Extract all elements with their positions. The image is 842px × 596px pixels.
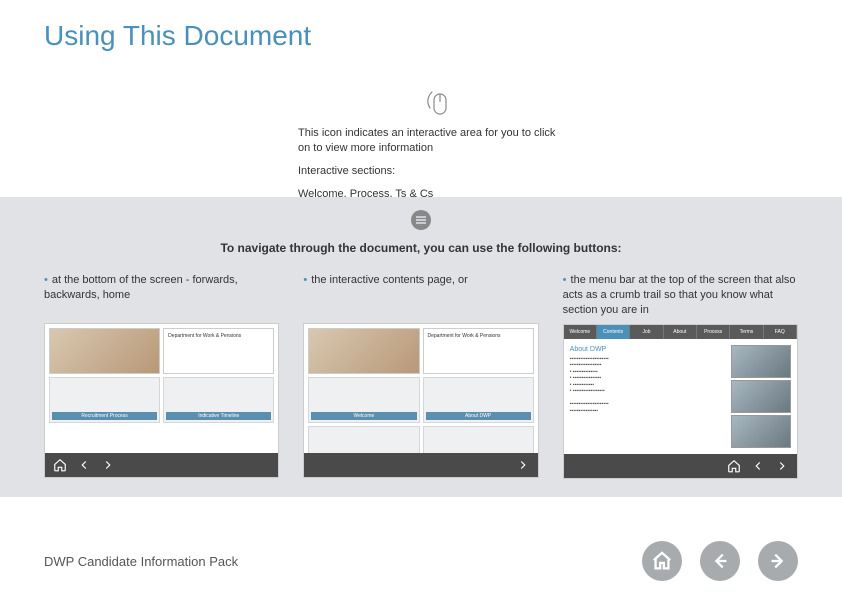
home-button[interactable] xyxy=(642,541,682,581)
page-title: Using This Document xyxy=(0,0,842,52)
thumb-photo xyxy=(731,345,791,378)
home-icon xyxy=(651,550,673,572)
col-contents-page: •the interactive contents page, or Depar… xyxy=(303,273,538,479)
forward-button[interactable] xyxy=(758,541,798,581)
footer-label: DWP Candidate Information Pack xyxy=(44,554,238,569)
mouse-click-icon xyxy=(424,86,452,118)
nav-heading: To navigate through the document, you ca… xyxy=(0,241,842,255)
intro-line1: This icon indicates an interactive area … xyxy=(298,126,558,156)
thumb-bottom-nav: Department for Work & Pensions Recruitme… xyxy=(44,323,279,478)
thumb-menu-item: FAQ xyxy=(764,325,797,339)
thumb-menu: Welcome Contents Job About Process Terms… xyxy=(564,325,797,339)
intro-line2: Interactive sections: xyxy=(298,164,558,179)
forward-icon xyxy=(516,458,530,472)
thumb-photo xyxy=(731,380,791,413)
back-icon xyxy=(751,459,765,473)
thumb-dwp-logo-tile: Department for Work & Pensions xyxy=(163,328,274,374)
thumb-tile: Recruitment Process xyxy=(49,377,160,423)
footer: DWP Candidate Information Pack xyxy=(0,526,842,596)
back-icon xyxy=(77,458,91,472)
thumb-photo xyxy=(731,415,791,448)
thumb-tile: Indicative Timeline xyxy=(163,377,274,423)
col-bottom-buttons: •at the bottom of the screen - forwards,… xyxy=(44,273,279,479)
thumb-tile: About DWP xyxy=(423,377,534,423)
thumb-menu-bar: Welcome Contents Job About Process Terms… xyxy=(563,324,798,479)
intro-block: This icon indicates an interactive area … xyxy=(298,86,558,209)
col-text-2: the interactive contents page, or xyxy=(311,274,468,286)
arrow-left-icon xyxy=(709,550,731,572)
home-icon xyxy=(727,459,741,473)
thumb-nav-bar xyxy=(564,454,797,478)
thumb-handshake-image xyxy=(308,328,419,374)
col-menu-bar: •the menu bar at the top of the screen t… xyxy=(563,273,798,479)
thumb-tile: Welcome xyxy=(308,377,419,423)
thumb-menu-item: Contents xyxy=(597,325,630,339)
back-button[interactable] xyxy=(700,541,740,581)
thumb-nav-bar xyxy=(45,453,278,477)
home-icon xyxy=(53,458,67,472)
forward-icon xyxy=(101,458,115,472)
thumb-menu-item: Welcome xyxy=(564,325,597,339)
col-text-3: the menu bar at the top of the screen th… xyxy=(563,274,796,316)
menu-circle-icon xyxy=(410,209,432,231)
thumb-menu-item: About xyxy=(664,325,697,339)
thumb-menu-item: Process xyxy=(697,325,730,339)
thumb-handshake-image xyxy=(49,328,160,374)
thumb-about-text: About DWP ▪▪▪▪▪▪▪▪▪▪▪▪▪▪▪▪▪▪▪▪▪▪▪▪▪▪▪▪▪▪… xyxy=(570,345,727,448)
arrow-right-icon xyxy=(767,550,789,572)
thumb-nav-bar xyxy=(304,453,537,477)
navigation-band: To navigate through the document, you ca… xyxy=(0,197,842,497)
forward-icon xyxy=(775,459,789,473)
thumb-dwp-logo-tile: Department for Work & Pensions xyxy=(423,328,534,374)
thumb-menu-item: Job xyxy=(630,325,663,339)
col-text-1: at the bottom of the screen - forwards, … xyxy=(44,274,238,301)
thumb-menu-item: Terms xyxy=(730,325,763,339)
thumb-contents-page: Department for Work & Pensions Welcome A… xyxy=(303,323,538,478)
